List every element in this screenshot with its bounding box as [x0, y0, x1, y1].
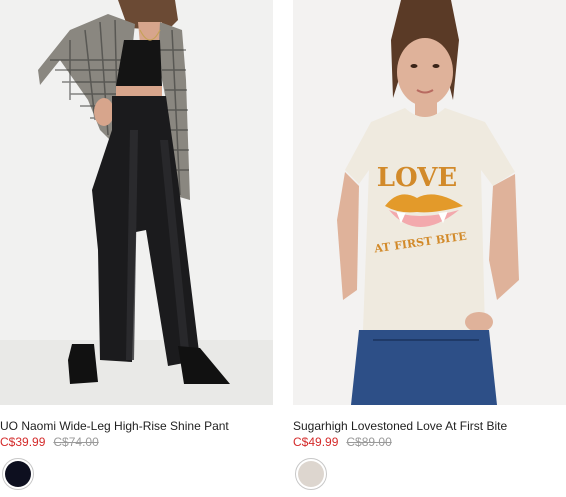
model-photo-tee: LOVE AT FIRST BITE — [337, 0, 519, 405]
tee-graphic-love: LOVE — [377, 163, 457, 193]
color-swatches — [293, 458, 566, 492]
color-swatches — [0, 458, 273, 492]
product-name[interactable]: UO Naomi Wide-Leg High-Rise Shine Pant — [0, 419, 273, 433]
original-price: C$89.00 — [346, 435, 392, 449]
sale-price: C$49.99 — [293, 435, 339, 449]
swatch-color-fill — [5, 461, 31, 487]
model-photo-pants — [0, 0, 273, 405]
product-image[interactable]: LOVE AT FIRST BITE — [293, 0, 566, 405]
product-card: UO Naomi Wide-Leg High-Rise Shine Pant C… — [0, 0, 273, 492]
product-card: LOVE AT FIRST BITE Sugarhigh Lovestoned … — [293, 0, 566, 492]
price-row: C$39.99 C$74.00 — [0, 435, 273, 449]
product-image[interactable] — [0, 0, 273, 405]
swatch-color-fill — [298, 461, 324, 487]
original-price: C$74.00 — [53, 435, 99, 449]
sale-price: C$39.99 — [0, 435, 46, 449]
price-row: C$49.99 C$89.00 — [293, 435, 566, 449]
color-swatch-cream[interactable] — [295, 458, 327, 490]
color-swatch-black[interactable] — [2, 458, 34, 490]
product-name[interactable]: Sugarhigh Lovestoned Love At First Bite — [293, 419, 566, 433]
